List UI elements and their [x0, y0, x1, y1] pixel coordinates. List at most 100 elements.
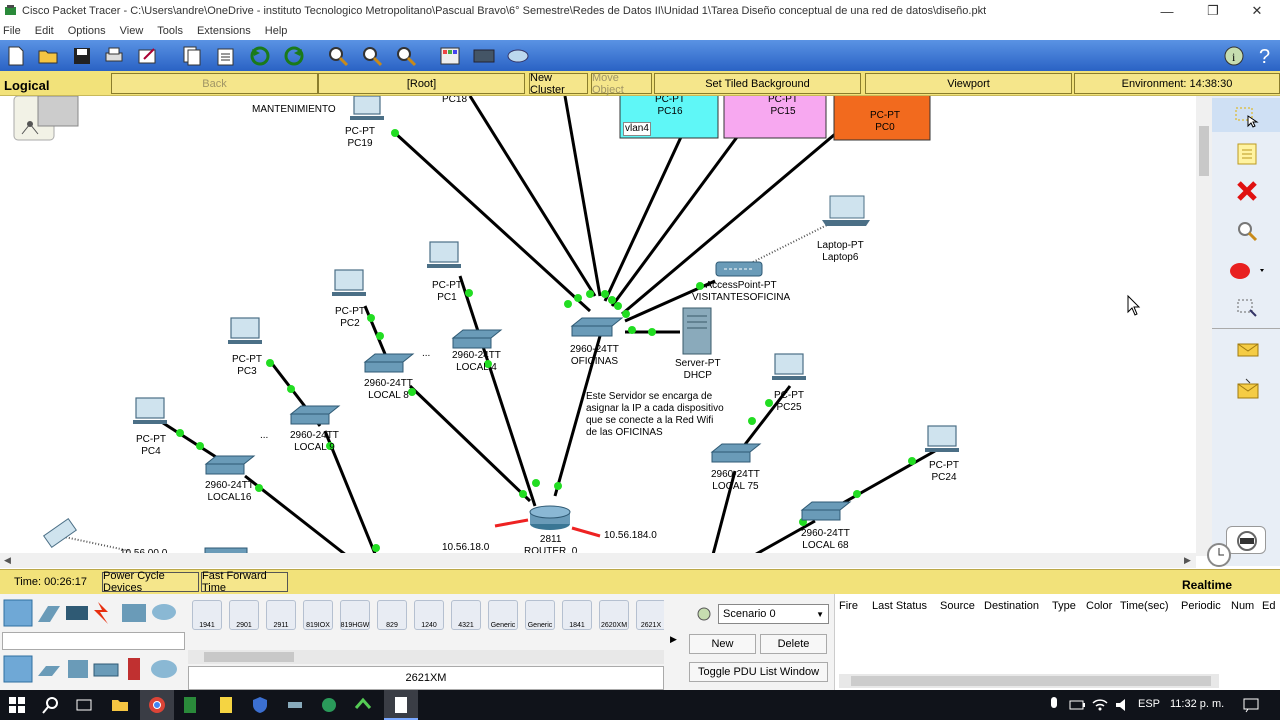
- zoom-reset-icon[interactable]: [360, 44, 384, 68]
- scroll-right-arrow[interactable]: ▶: [1184, 555, 1191, 566]
- pdu-col-time: Time(sec): [1120, 600, 1169, 612]
- scenario-select[interactable]: Scenario 0 ▼: [718, 604, 829, 624]
- help-icon[interactable]: ?: [1254, 44, 1278, 68]
- menu-tools[interactable]: Tools: [157, 25, 183, 37]
- device-category-search[interactable]: [2, 632, 185, 650]
- note-tool-icon[interactable]: [1236, 142, 1258, 166]
- environment-button[interactable]: Environment: 14:38:30: [1074, 73, 1280, 94]
- chrome-taskbar-item[interactable]: [140, 690, 174, 720]
- print-icon[interactable]: [102, 44, 126, 68]
- realtime-mode-label[interactable]: Realtime: [1182, 578, 1232, 592]
- menu-help[interactable]: Help: [265, 25, 288, 37]
- device-list-scroll-thumb[interactable]: [204, 652, 294, 662]
- keyboard-language[interactable]: ESP: [1138, 698, 1160, 710]
- device-model-4321[interactable]: 4321: [451, 600, 481, 630]
- packet-tracer-taskbar-icon[interactable]: [354, 696, 372, 714]
- delete-tool-icon[interactable]: [1236, 180, 1258, 202]
- menu-options[interactable]: Options: [68, 25, 106, 37]
- pdu-horizontal-scrollbar[interactable]: [839, 674, 1219, 688]
- battery-icon[interactable]: [1068, 696, 1086, 714]
- expand-arrow-icon[interactable]: ▶: [670, 634, 677, 645]
- access-point-icon: [715, 261, 763, 277]
- volume-icon[interactable]: [1114, 696, 1132, 714]
- viewport-button[interactable]: Viewport: [865, 73, 1072, 94]
- open-folder-icon[interactable]: [36, 44, 60, 68]
- pdu-scroll-thumb[interactable]: [851, 676, 1211, 686]
- device-model-generic-2[interactable]: Generic: [525, 600, 555, 630]
- scroll-thumb[interactable]: [1199, 126, 1209, 176]
- paste-icon[interactable]: [214, 44, 238, 68]
- device-model-generic-1[interactable]: Generic: [488, 600, 518, 630]
- new-cluster-button[interactable]: New Cluster: [529, 72, 588, 96]
- microphone-icon[interactable]: [1045, 696, 1063, 714]
- set-tiled-background-button[interactable]: Set Tiled Background: [654, 73, 861, 94]
- new-scenario-button[interactable]: New: [689, 634, 756, 654]
- device-model-2620xm[interactable]: 2620XM: [599, 600, 629, 630]
- device-model-2621x[interactable]: 2621X: [636, 600, 664, 630]
- app-icon[interactable]: [286, 696, 304, 714]
- label-pc15: PC-PT PC15: [768, 96, 798, 117]
- move-object-button[interactable]: Move Object: [591, 72, 652, 96]
- delete-scenario-button[interactable]: Delete: [760, 634, 827, 654]
- shield-icon[interactable]: [251, 696, 269, 714]
- device-model-2901[interactable]: 2901: [229, 600, 259, 630]
- power-cycle-button[interactable]: Power Cycle Devices: [102, 570, 199, 594]
- resize-tool-icon[interactable]: [1236, 298, 1260, 320]
- calculator-icon[interactable]: [181, 696, 199, 714]
- network-info-icon[interactable]: [506, 44, 530, 68]
- root-button[interactable]: [Root]: [318, 73, 525, 94]
- copy-icon[interactable]: [180, 44, 204, 68]
- save-icon[interactable]: [70, 44, 94, 68]
- zoom-in-icon[interactable]: [326, 44, 350, 68]
- device-model-2911[interactable]: 2911: [266, 600, 296, 630]
- undo-icon[interactable]: [248, 44, 272, 68]
- logical-workspace-canvas[interactable]: MANTENIMIENTO PC-PT PC19 PC18 PC-PT PC16…: [0, 96, 1212, 566]
- workspace-mode-label[interactable]: Logical: [4, 78, 50, 93]
- select-tool-icon[interactable]: [1212, 98, 1280, 132]
- simple-pdu-icon[interactable]: [1236, 340, 1260, 360]
- notes-icon[interactable]: [217, 696, 235, 714]
- canvas-horizontal-scrollbar[interactable]: ◀ ▶: [0, 553, 1196, 568]
- scroll-left-arrow[interactable]: ◀: [4, 555, 11, 566]
- device-model-829[interactable]: 829: [377, 600, 407, 630]
- search-icon[interactable]: [42, 696, 60, 714]
- toggle-pdu-list-button[interactable]: Toggle PDU List Window: [689, 662, 828, 682]
- redo-icon[interactable]: [282, 44, 306, 68]
- windows-start-icon[interactable]: [8, 696, 26, 714]
- pdu-col-last-status: Last Status: [872, 600, 928, 612]
- activity-wizard-icon[interactable]: [136, 44, 160, 68]
- label-switch-local8: 2960-24TT LOCAL 8: [364, 378, 413, 401]
- fast-forward-button[interactable]: Fast Forward Time: [201, 570, 288, 594]
- custom-device-icon[interactable]: [472, 44, 496, 68]
- draw-shape-tool-icon[interactable]: [1228, 260, 1268, 282]
- active-app-taskbar-item[interactable]: [384, 690, 418, 720]
- wifi-icon[interactable]: [1091, 696, 1109, 714]
- gps-app-icon[interactable]: [320, 696, 338, 714]
- device-model-819iox[interactable]: 819IOX: [303, 600, 333, 630]
- canvas-vertical-scrollbar[interactable]: [1196, 96, 1212, 556]
- inspect-tool-icon[interactable]: [1236, 220, 1258, 242]
- back-button[interactable]: Back: [111, 73, 318, 94]
- device-model-1240[interactable]: 1240: [414, 600, 444, 630]
- file-explorer-icon[interactable]: [111, 696, 129, 714]
- minimize-button[interactable]: —: [1144, 0, 1190, 22]
- device-model-819hgw[interactable]: 819HGW: [340, 600, 370, 630]
- device-list-scrollbar[interactable]: [188, 650, 664, 664]
- menu-edit[interactable]: Edit: [35, 25, 54, 37]
- close-window-button[interactable]: ✕: [1234, 0, 1280, 22]
- clock-icon[interactable]: [1204, 542, 1234, 568]
- menu-view[interactable]: View: [120, 25, 144, 37]
- task-view-icon[interactable]: [75, 696, 93, 714]
- zoom-out-icon[interactable]: [394, 44, 418, 68]
- complex-pdu-icon[interactable]: [1236, 378, 1260, 400]
- palette-icon[interactable]: [438, 44, 462, 68]
- taskbar-clock[interactable]: 11:32 p. m.: [1170, 698, 1224, 710]
- info-icon[interactable]: i: [1222, 44, 1246, 68]
- device-model-1941[interactable]: 1941: [192, 600, 222, 630]
- notifications-icon[interactable]: [1242, 696, 1260, 714]
- new-file-icon[interactable]: [4, 44, 28, 68]
- menu-extensions[interactable]: Extensions: [197, 25, 251, 37]
- menu-file[interactable]: File: [3, 25, 21, 37]
- device-model-1841[interactable]: 1841: [562, 600, 592, 630]
- maximize-button[interactable]: ❐: [1190, 0, 1236, 22]
